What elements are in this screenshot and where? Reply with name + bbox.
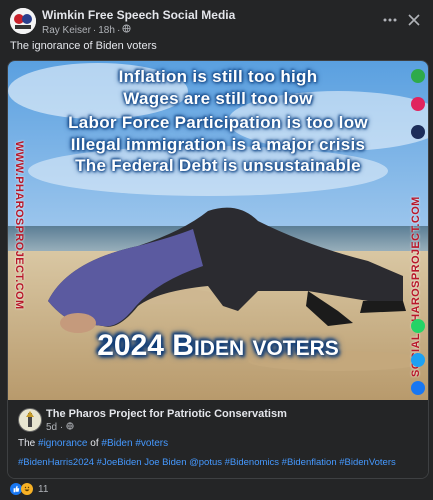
- share-icon: [411, 69, 425, 83]
- reaction-count: 11: [38, 483, 49, 495]
- side-social-icons: [408, 61, 428, 400]
- post-image[interactable]: Inflation is still too high Wages are st…: [8, 61, 428, 400]
- post-header: Wimkin Free Speech Social Media Ray Keis…: [0, 0, 433, 58]
- page-name[interactable]: The Pharos Project for Patriotic Conserv…: [46, 408, 287, 420]
- shared-post-time[interactable]: 5d: [46, 422, 57, 433]
- image-line-4: Illegal immigration is a major crisis: [70, 135, 366, 154]
- facebook-icon: [411, 381, 425, 395]
- hashtag-link[interactable]: #voters: [135, 438, 168, 449]
- link-icon: [411, 125, 425, 139]
- haha-icon: [21, 483, 33, 495]
- page-avatar[interactable]: [18, 408, 42, 432]
- hashtag-line[interactable]: #BidenHarris2024 #JoeBiden Joe Biden @po…: [18, 457, 396, 468]
- shared-post-text: The #ignorance of #Biden #voters: [18, 438, 169, 449]
- reaction-summary[interactable]: 11: [10, 483, 48, 495]
- hashtag-link[interactable]: #Biden: [101, 438, 132, 449]
- left-watermark: WWW.PHAROSPROJECT.COM: [13, 141, 25, 310]
- post-meta: Ray Keiser · 18h ·: [42, 24, 131, 36]
- group-name[interactable]: Wimkin Free Speech Social Media: [42, 8, 235, 22]
- post-time[interactable]: 18h: [98, 25, 115, 36]
- more-options-icon[interactable]: [380, 10, 400, 30]
- shared-post-meta: 5d ·: [46, 422, 74, 433]
- image-line-3: Labor Force Participation is too low: [68, 113, 368, 132]
- whatsapp-icon: [411, 319, 425, 333]
- twitter-icon: [411, 353, 425, 367]
- shared-post[interactable]: Inflation is still too high Wages are st…: [7, 60, 429, 479]
- pinterest-icon: [411, 97, 425, 111]
- close-icon[interactable]: [404, 10, 424, 30]
- image-bottom-text: 2024 Biden voters: [97, 329, 339, 362]
- image-line-5: The Federal Debt is unsustainable: [75, 156, 361, 175]
- image-line-1: Inflation is still too high: [118, 67, 318, 86]
- group-avatar[interactable]: [10, 8, 36, 34]
- shared-post-preview: The Pharos Project for Patriotic Conserv…: [8, 400, 428, 478]
- globe-icon: [122, 24, 131, 36]
- post-caption: The ignorance of Biden voters: [10, 40, 157, 52]
- hashtag-link[interactable]: #ignorance: [38, 438, 87, 449]
- globe-icon: [66, 422, 74, 433]
- image-line-2: Wages are still too low: [123, 89, 313, 108]
- author-name[interactable]: Ray Keiser: [42, 25, 91, 36]
